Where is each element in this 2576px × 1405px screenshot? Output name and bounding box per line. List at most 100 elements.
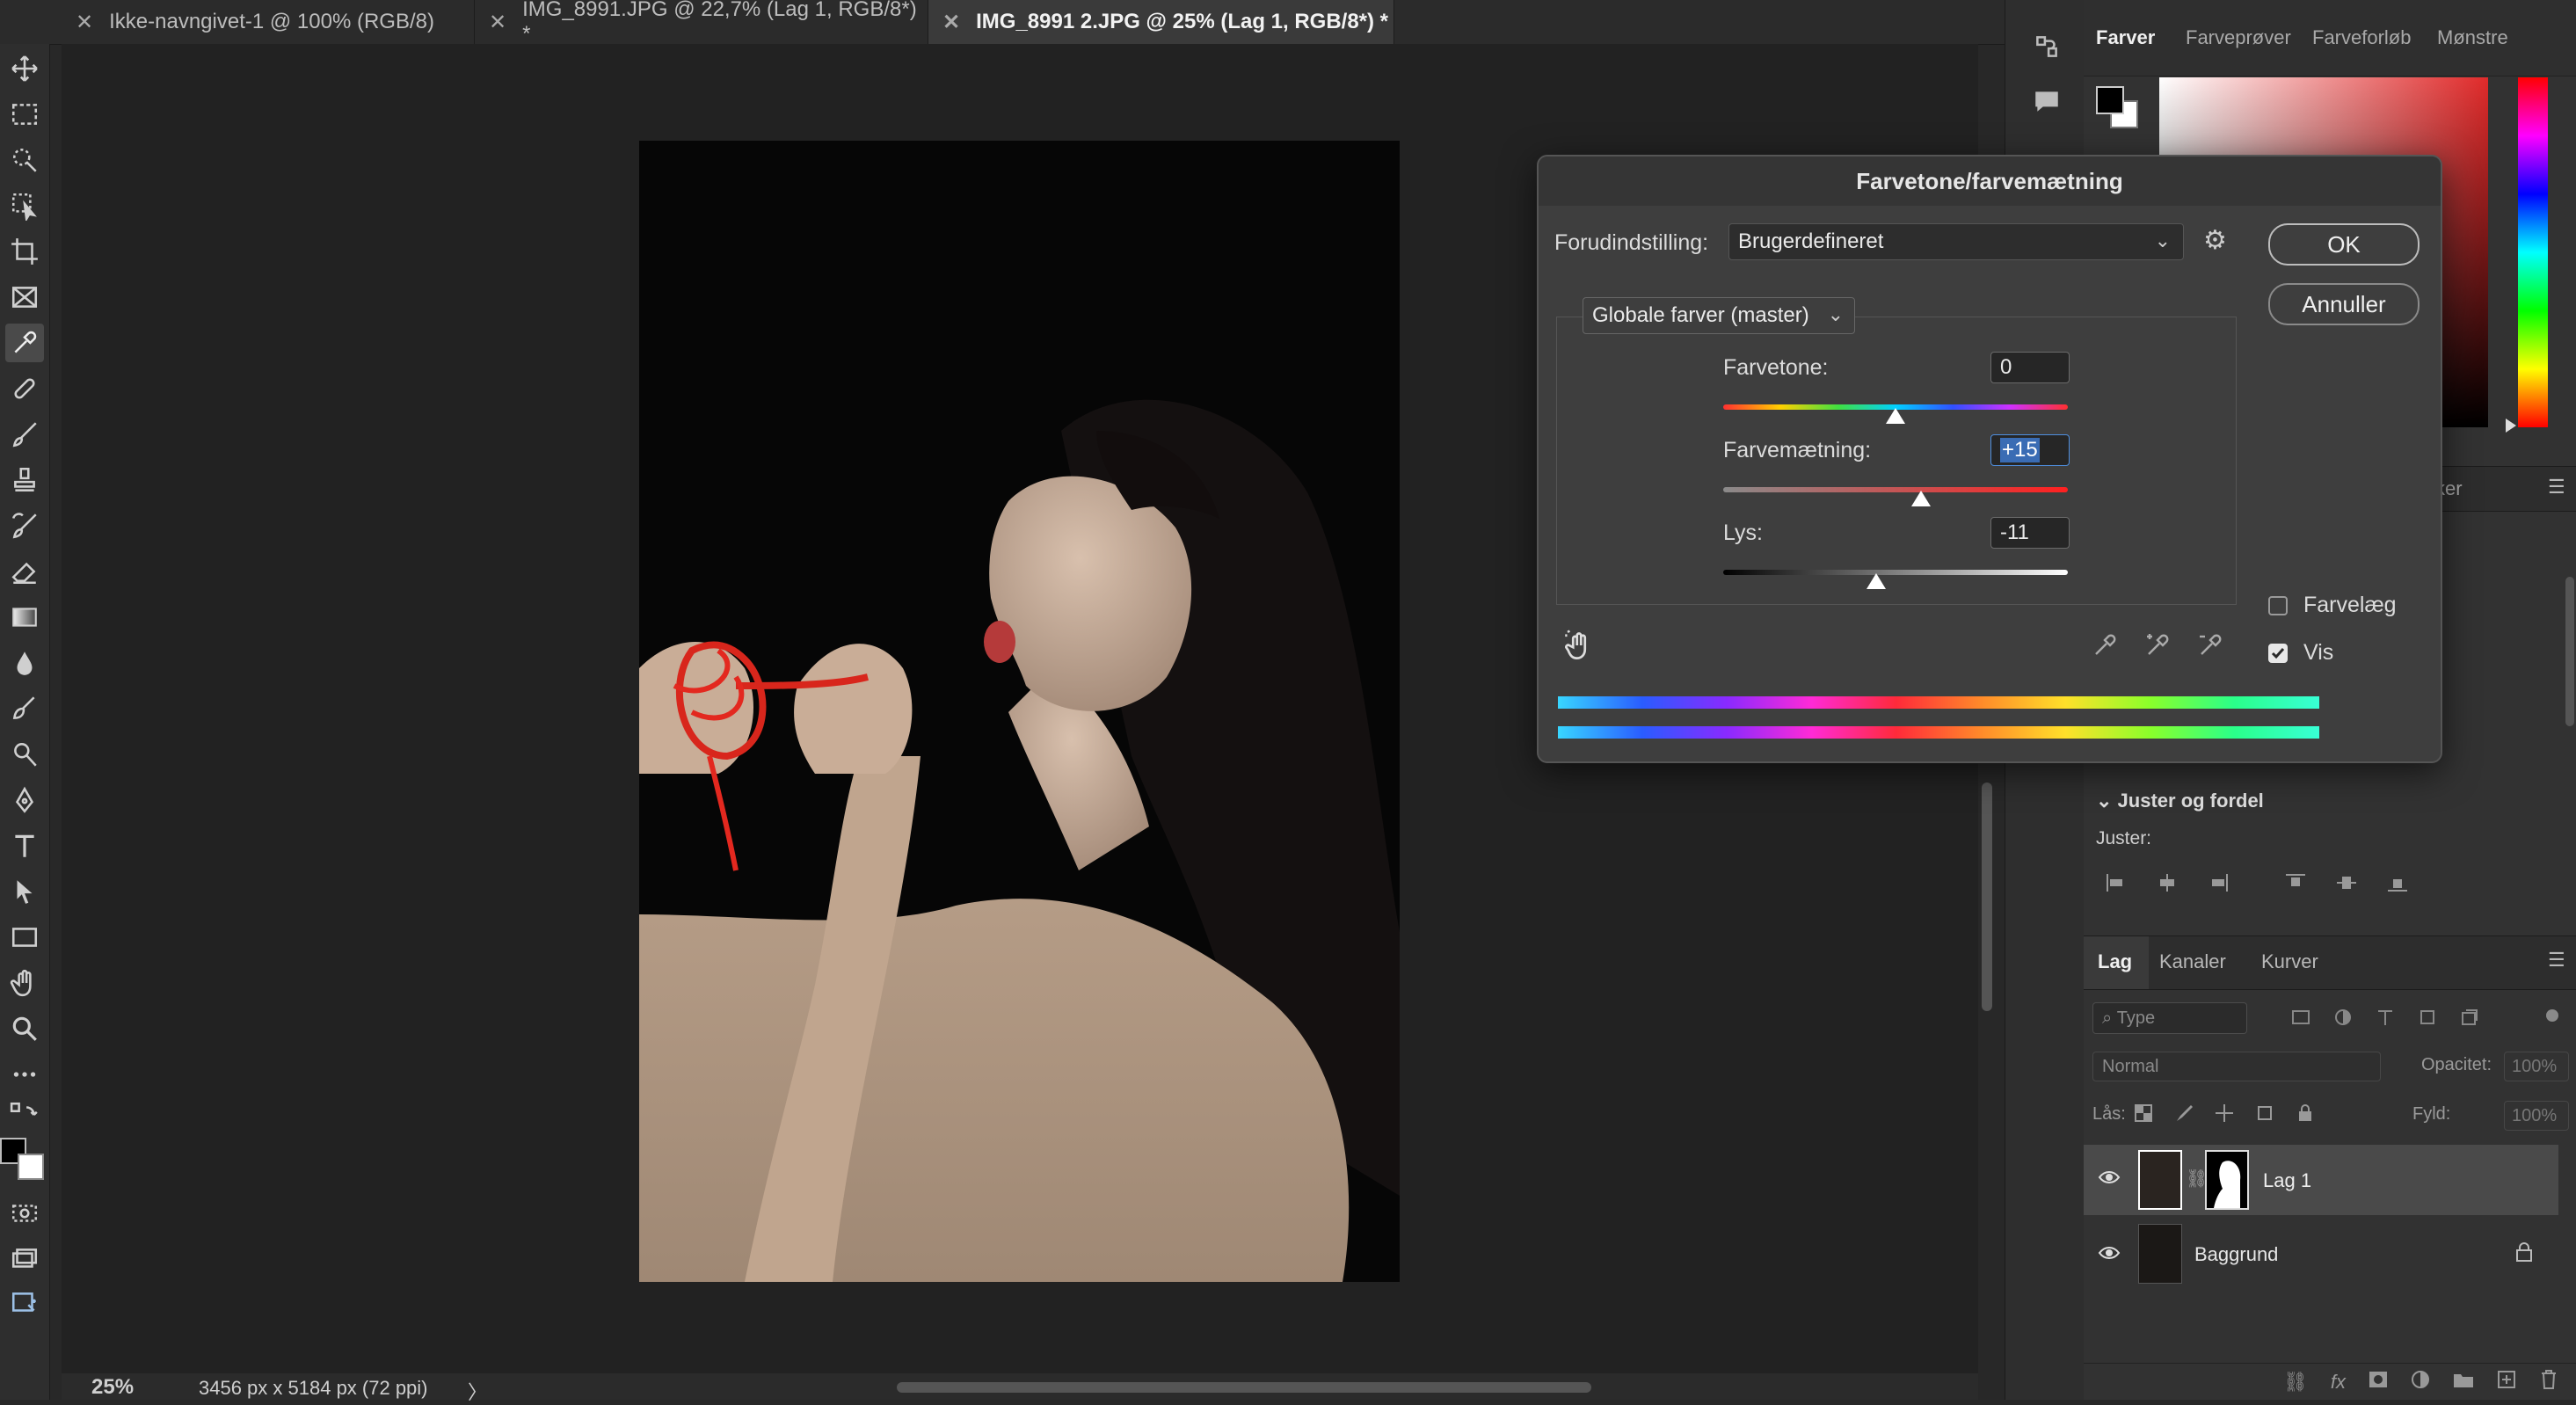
properties-scrollbar[interactable]: [2565, 577, 2574, 726]
lock-position-icon[interactable]: [2214, 1103, 2235, 1124]
blend-mode-dropdown[interactable]: Normal: [2092, 1052, 2381, 1081]
close-tab-icon[interactable]: ✕: [76, 10, 93, 35]
ok-button[interactable]: OK: [2268, 223, 2420, 266]
tab-farveforlob[interactable]: Farveforløb: [2312, 0, 2411, 76]
fx-icon[interactable]: fx: [2331, 1371, 2346, 1394]
hue-value-field[interactable]: 0: [1990, 352, 2070, 383]
align-left-icon[interactable]: [2105, 872, 2128, 893]
lightness-value-field[interactable]: -11: [1990, 517, 2070, 549]
zoom-level[interactable]: 25%: [91, 1375, 134, 1400]
tab-kanaler[interactable]: Kanaler: [2159, 950, 2226, 973]
hand-tool-icon[interactable]: [5, 964, 44, 1002]
colorize-checkbox[interactable]: [2268, 596, 2288, 615]
eyedropper-minus-icon[interactable]: [2196, 631, 2224, 664]
path-selection-tool-icon[interactable]: [5, 872, 44, 911]
filter-smartobject-icon[interactable]: [2460, 1008, 2479, 1027]
gear-icon[interactable]: ⚙: [2203, 225, 2227, 256]
marquee-tool-icon[interactable]: [5, 95, 44, 134]
pen-tool-icon[interactable]: [5, 781, 44, 819]
filter-toggle-icon[interactable]: [2546, 1009, 2558, 1022]
filter-shape-icon[interactable]: [2418, 1008, 2437, 1027]
layer-row-baggrund[interactable]: Baggrund: [2084, 1219, 2558, 1289]
visibility-eye-icon[interactable]: [2098, 1168, 2121, 1192]
lock-all-icon[interactable]: [2295, 1103, 2316, 1124]
blur-tool-icon[interactable]: [5, 644, 44, 682]
panel-menu-icon[interactable]: ☰: [2548, 476, 2565, 499]
layer-thumbnail[interactable]: [2138, 1224, 2182, 1284]
gradient-tool-icon[interactable]: [5, 598, 44, 637]
close-tab-icon[interactable]: ✕: [942, 10, 960, 35]
filter-pixel-icon[interactable]: [2291, 1008, 2310, 1027]
history-brush-tool-icon[interactable]: [5, 506, 44, 545]
frame-tool-icon[interactable]: [5, 278, 44, 317]
healing-brush-tool-icon[interactable]: [5, 369, 44, 408]
hue-slider-thumb[interactable]: [1886, 408, 1905, 424]
dialog-title[interactable]: Farvetone/farvemætning: [1539, 157, 2441, 206]
brush-tool-icon[interactable]: [5, 415, 44, 454]
tab-lag[interactable]: Lag: [2098, 950, 2132, 973]
hue-slider-marker-icon[interactable]: [2506, 419, 2516, 433]
generative-fill-icon[interactable]: [5, 1284, 44, 1322]
text-tool-icon[interactable]: [5, 826, 44, 865]
quick-mask-icon[interactable]: [5, 1194, 44, 1233]
tab-kurver[interactable]: Kurver: [2261, 950, 2318, 973]
align-center-h-icon[interactable]: [2156, 872, 2179, 893]
new-layer-icon[interactable]: [2497, 1370, 2516, 1394]
filter-adjustment-icon[interactable]: [2333, 1008, 2353, 1027]
layer-filter-dropdown[interactable]: ⌕ Type: [2092, 1002, 2247, 1034]
layer-mask-thumbnail[interactable]: [2205, 1150, 2249, 1210]
layer-name[interactable]: Baggrund: [2194, 1243, 2278, 1266]
eyedropper-tool-icon[interactable]: [5, 324, 44, 362]
align-middle-v-icon[interactable]: [2335, 872, 2358, 893]
dodge-tool-icon[interactable]: [5, 735, 44, 774]
new-group-icon[interactable]: [2453, 1371, 2474, 1393]
fill-field[interactable]: 100%: [2504, 1101, 2569, 1131]
align-section-title[interactable]: ⌄ Juster og fordel: [2096, 790, 2264, 812]
saturation-slider-thumb[interactable]: [1911, 491, 1932, 506]
history-panel-icon[interactable]: [2032, 32, 2062, 66]
filter-type-icon[interactable]: [2376, 1008, 2395, 1027]
saturation-slider-track[interactable]: [1723, 487, 2068, 492]
layer-name[interactable]: Lag 1: [2263, 1169, 2311, 1192]
preset-dropdown[interactable]: Brugerdefineret ⌄: [1728, 223, 2184, 260]
lock-pixels-icon[interactable]: [2173, 1103, 2194, 1124]
preview-checkbox[interactable]: [2268, 644, 2288, 663]
layer-row-lag-1[interactable]: ⛓ Lag 1: [2084, 1145, 2558, 1215]
opacity-field[interactable]: 100%: [2504, 1052, 2569, 1081]
more-tools-icon[interactable]: [5, 1055, 44, 1094]
stamp-tool-icon[interactable]: [5, 461, 44, 499]
lock-transparent-icon[interactable]: [2133, 1103, 2154, 1124]
comments-panel-icon[interactable]: [2032, 86, 2062, 120]
link-layers-icon[interactable]: ⛓: [2283, 1371, 2308, 1394]
rectangle-tool-icon[interactable]: [5, 918, 44, 957]
quick-selection-tool-icon[interactable]: [5, 141, 44, 179]
smudge-tool-icon[interactable]: [5, 689, 44, 728]
panel-menu-icon[interactable]: ☰: [2548, 949, 2565, 972]
tab-img-8991-2[interactable]: ✕ IMG_8991 2.JPG @ 25% (Lag 1, RGB/8*) *: [928, 0, 1394, 44]
visibility-eye-icon[interactable]: [2098, 1243, 2121, 1268]
eraser-tool-icon[interactable]: [5, 552, 44, 591]
color-panel-foreground-swatch[interactable]: [2096, 86, 2124, 114]
cancel-button[interactable]: Annuller: [2268, 283, 2420, 325]
hue-slider[interactable]: [2518, 77, 2548, 427]
horizontal-scrollbar[interactable]: [897, 1382, 1591, 1393]
delete-layer-icon[interactable]: [2539, 1369, 2558, 1394]
eyedropper-icon[interactable]: [2091, 631, 2119, 664]
screen-mode-icon[interactable]: [5, 1240, 44, 1278]
lightness-slider-track[interactable]: [1723, 570, 2068, 575]
crop-tool-icon[interactable]: [5, 232, 44, 271]
channel-dropdown[interactable]: Globale farver (master) ⌄: [1583, 297, 1855, 334]
align-bottom-icon[interactable]: [2386, 872, 2409, 893]
zoom-tool-icon[interactable]: [5, 1009, 44, 1048]
layer-thumbnail[interactable]: [2138, 1150, 2182, 1210]
move-tool-icon[interactable]: [5, 49, 44, 88]
eyedropper-plus-icon[interactable]: [2143, 631, 2172, 664]
swap-colors-icon[interactable]: [5, 1096, 44, 1134]
adjustment-layer-icon[interactable]: [2411, 1370, 2430, 1394]
object-selection-tool-icon[interactable]: [5, 186, 44, 225]
saturation-value-field[interactable]: +15: [1990, 434, 2070, 466]
tab-img-8991[interactable]: ✕ IMG_8991.JPG @ 22,7% (Lag 1, RGB/8*) *: [475, 0, 928, 46]
status-menu-arrow[interactable]: 〉: [468, 1377, 487, 1405]
vertical-scrollbar[interactable]: [1982, 783, 1992, 1011]
background-color-swatch[interactable]: [18, 1154, 44, 1180]
